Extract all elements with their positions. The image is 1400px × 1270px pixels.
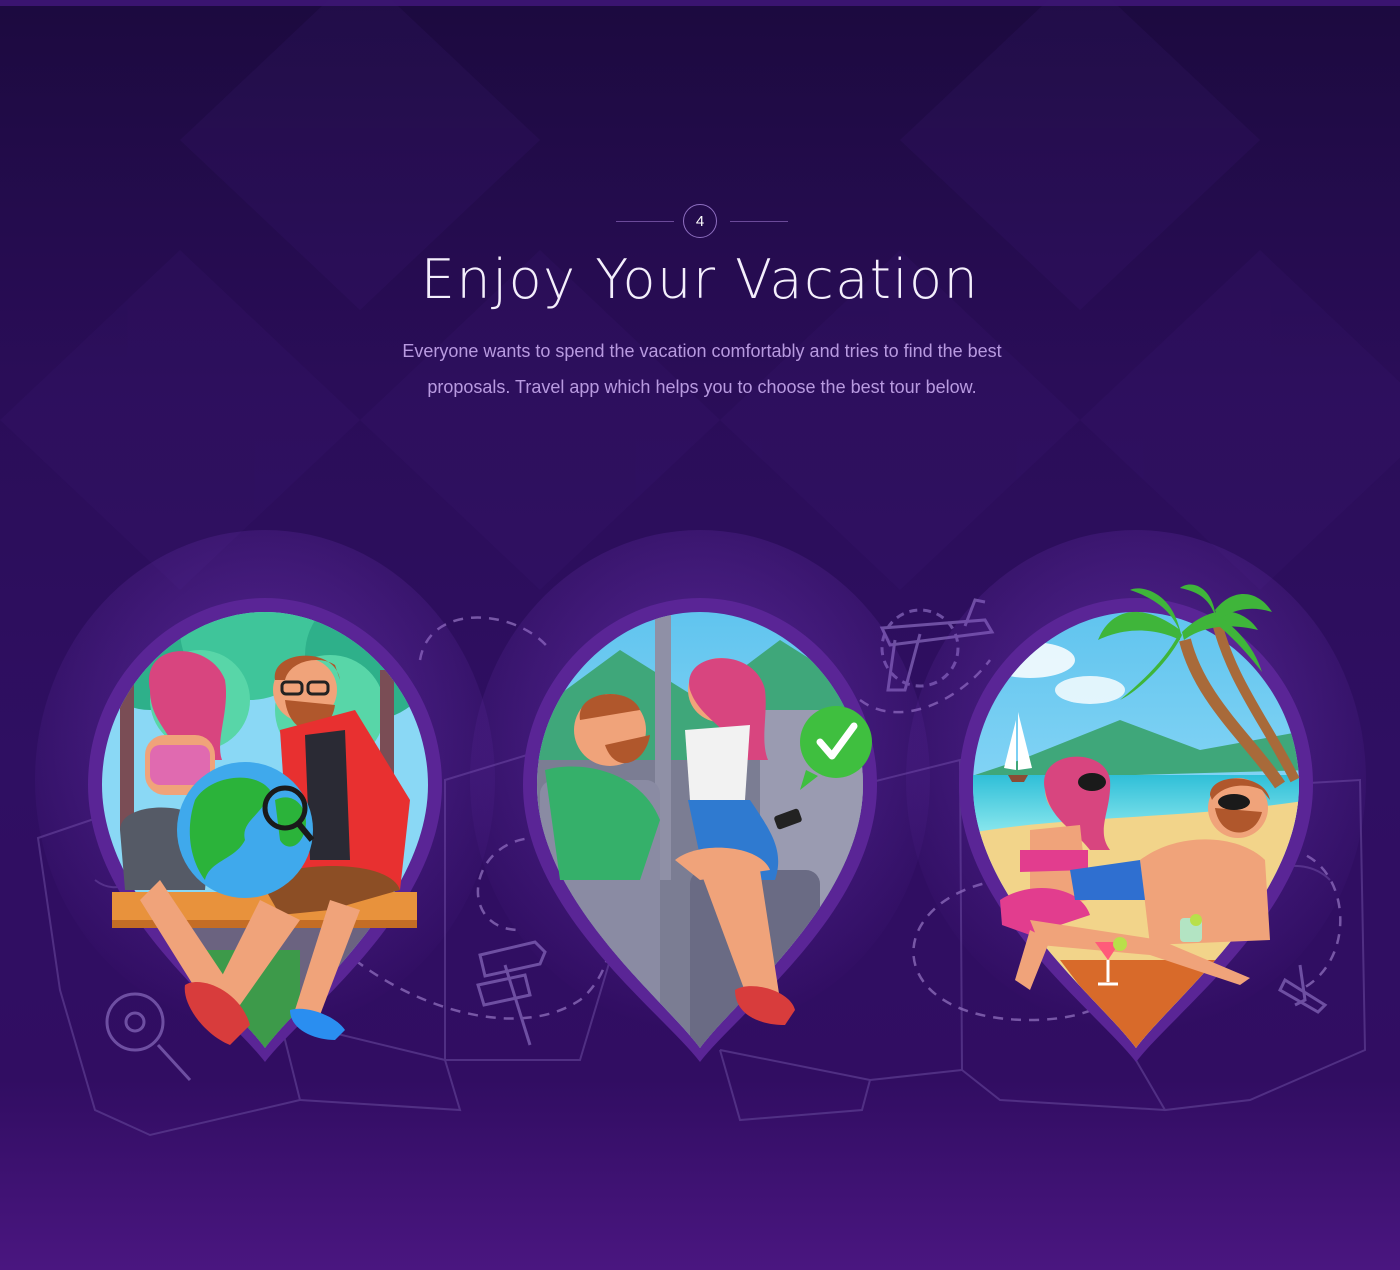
scene-illustrations (35, 530, 1366, 1062)
pin-beach-relax (906, 530, 1366, 1062)
pin-globe-planning (35, 530, 495, 1062)
pin-bus-travel (470, 530, 930, 1062)
